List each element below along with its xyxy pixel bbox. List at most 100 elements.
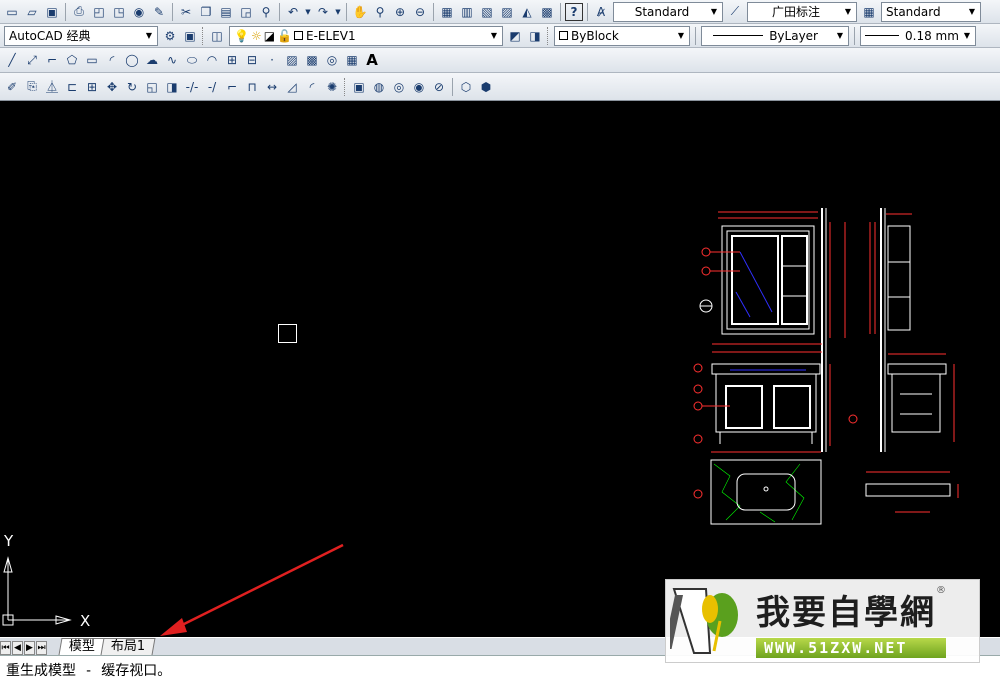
- tool-palettes-icon[interactable]: ▧: [478, 3, 496, 21]
- table-style-select[interactable]: Standard ▼: [881, 1, 981, 22]
- extend-icon[interactable]: -/: [203, 78, 221, 96]
- drawing-area[interactable]: Y X: [0, 102, 1000, 638]
- print-icon[interactable]: ⎙: [70, 3, 88, 21]
- toolbar-grip[interactable]: [547, 26, 550, 45]
- stretch-icon[interactable]: ◨: [163, 78, 181, 96]
- spline-icon[interactable]: ∿: [163, 51, 181, 69]
- workspace-settings-icon[interactable]: ⚙: [161, 27, 179, 45]
- zoom-realtime-icon[interactable]: ⚲: [371, 3, 389, 21]
- save-icon[interactable]: ▣: [43, 3, 61, 21]
- view-shade-icon[interactable]: ⬢: [477, 78, 495, 96]
- plot-icon[interactable]: ✎: [150, 3, 168, 21]
- properties-icon[interactable]: ▦: [438, 3, 456, 21]
- vanity-door-left: [725, 385, 763, 429]
- dim-style-icon[interactable]: ⟋: [726, 3, 744, 21]
- view-3d-icon[interactable]: ⬡: [457, 78, 475, 96]
- table-style-icon[interactable]: ▦: [860, 3, 878, 21]
- torus-3d-icon[interactable]: ◉: [410, 78, 428, 96]
- copy-object-icon[interactable]: ⎘: [23, 78, 41, 96]
- box-3d-icon[interactable]: ▣: [350, 78, 368, 96]
- 3d-dwf-icon[interactable]: ◉: [130, 3, 148, 21]
- match-properties-icon[interactable]: ⚲: [257, 3, 275, 21]
- tab-next-button[interactable]: ▶: [24, 641, 35, 655]
- my-workspace-icon[interactable]: ▣: [181, 27, 199, 45]
- open-file-icon[interactable]: ▱: [23, 3, 41, 21]
- sheet-set-icon[interactable]: ▨: [498, 3, 516, 21]
- text-style-select[interactable]: Standard ▼: [613, 1, 723, 22]
- publish-icon[interactable]: ◳: [110, 3, 128, 21]
- copy-icon[interactable]: ❐: [197, 3, 215, 21]
- layer-previous-icon[interactable]: ◨: [526, 27, 544, 45]
- layer-select[interactable]: 💡 ☼ ◪ 🔓 E-ELEV1 ▼: [229, 25, 503, 46]
- break-icon[interactable]: ⊓: [243, 78, 261, 96]
- polyline-icon[interactable]: ⌐: [43, 51, 61, 69]
- zoom-previous-icon[interactable]: ⊖: [411, 3, 429, 21]
- make-block-icon[interactable]: ⊟: [243, 51, 261, 69]
- watermark-url: WWW.51ZXW.NET: [756, 637, 946, 658]
- redo-icon[interactable]: ↷: [314, 3, 332, 21]
- color-select[interactable]: ByBlock ▼: [554, 25, 690, 46]
- revision-cloud-icon[interactable]: ☁: [143, 51, 161, 69]
- copy-base-icon[interactable]: ◲: [237, 3, 255, 21]
- arc-icon[interactable]: ◜: [103, 51, 121, 69]
- ellipse-icon[interactable]: ⬭: [183, 51, 201, 69]
- tab-layout1[interactable]: 布局1: [100, 638, 156, 655]
- tab-model[interactable]: 模型: [58, 638, 106, 655]
- make-layer-current-icon[interactable]: ◩: [506, 27, 524, 45]
- scale-icon[interactable]: ◱: [143, 78, 161, 96]
- ellipse-arc-icon[interactable]: ◠: [203, 51, 221, 69]
- new-file-icon[interactable]: ▭: [3, 3, 21, 21]
- move-icon[interactable]: ✥: [103, 78, 121, 96]
- join-icon[interactable]: ↔: [263, 78, 281, 96]
- dim-style-select[interactable]: 广田标注 ▼: [747, 1, 857, 22]
- pan-icon[interactable]: ✋: [351, 3, 369, 21]
- region-icon[interactable]: ◎: [323, 51, 341, 69]
- lineweight-select[interactable]: 0.18 mm ▼: [860, 25, 976, 46]
- rotate-icon[interactable]: ↻: [123, 78, 141, 96]
- line-icon[interactable]: ╱: [3, 51, 21, 69]
- hatch-icon[interactable]: ▨: [283, 51, 301, 69]
- trim-icon[interactable]: -/-: [183, 78, 201, 96]
- toolbar-grip[interactable]: [344, 77, 347, 96]
- sphere-3d-icon[interactable]: ◍: [370, 78, 388, 96]
- tab-prev-button[interactable]: ◀: [12, 641, 23, 655]
- toolbar-grip[interactable]: [202, 26, 205, 45]
- design-center-icon[interactable]: ▥: [458, 3, 476, 21]
- table-icon[interactable]: ▦: [343, 51, 361, 69]
- tab-last-button[interactable]: ⏭: [36, 641, 47, 655]
- multiline-text-icon[interactable]: A: [363, 51, 381, 69]
- mirror-icon[interactable]: ⏅: [43, 78, 61, 96]
- offset-icon[interactable]: ⊏: [63, 78, 81, 96]
- undo-icon[interactable]: ↶: [284, 3, 302, 21]
- undo-dropdown-icon[interactable]: ▼: [304, 3, 312, 21]
- construction-line-icon[interactable]: ⤢: [23, 51, 41, 69]
- callout-bubble: [693, 489, 703, 499]
- tab-first-button[interactable]: ⏮: [0, 641, 11, 655]
- print-preview-icon[interactable]: ◰: [90, 3, 108, 21]
- text-style-icon[interactable]: A̷: [592, 3, 610, 21]
- fillet-icon[interactable]: ◜: [303, 78, 321, 96]
- paste-icon[interactable]: ▤: [217, 3, 235, 21]
- explode-icon[interactable]: ✺: [323, 78, 341, 96]
- cylinder-3d-icon[interactable]: ◎: [390, 78, 408, 96]
- break-at-point-icon[interactable]: ⌐: [223, 78, 241, 96]
- gradient-icon[interactable]: ▩: [303, 51, 321, 69]
- zoom-window-icon[interactable]: ⊕: [391, 3, 409, 21]
- help-icon[interactable]: ?: [565, 2, 583, 21]
- rectangle-icon[interactable]: ▭: [83, 51, 101, 69]
- chamfer-icon[interactable]: ◿: [283, 78, 301, 96]
- polygon-icon[interactable]: ⬠: [63, 51, 81, 69]
- array-icon[interactable]: ⊞: [83, 78, 101, 96]
- workspace-select[interactable]: AutoCAD 经典 ▼: [4, 25, 158, 46]
- no-display-icon[interactable]: ⊘: [430, 78, 448, 96]
- layer-manager-icon[interactable]: ◫: [208, 27, 226, 45]
- point-icon[interactable]: ·: [263, 51, 281, 69]
- calculator-icon[interactable]: ▩: [538, 3, 556, 21]
- redo-dropdown-icon[interactable]: ▼: [334, 3, 342, 21]
- circle-icon[interactable]: ◯: [123, 51, 141, 69]
- erase-icon[interactable]: ✐: [3, 78, 21, 96]
- linetype-select[interactable]: ByLayer ▼: [701, 25, 849, 46]
- markup-icon[interactable]: ◭: [518, 3, 536, 21]
- cut-icon[interactable]: ✂: [177, 3, 195, 21]
- insert-block-icon[interactable]: ⊞: [223, 51, 241, 69]
